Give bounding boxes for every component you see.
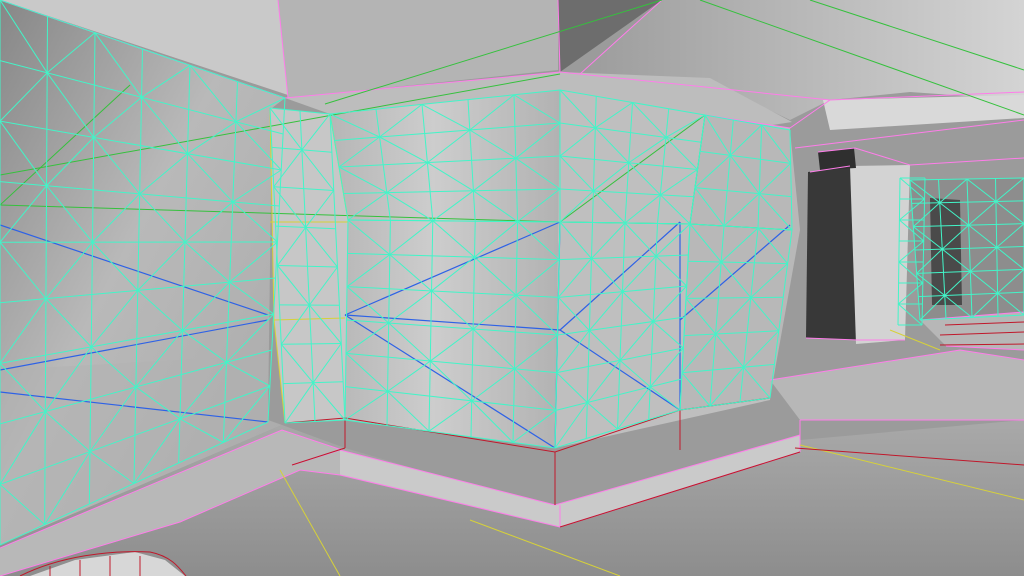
center-wall (330, 90, 560, 448)
3d-viewport[interactable] (0, 0, 1024, 576)
wireframe-scene (0, 0, 1024, 576)
corridor-dark-pillar (806, 166, 858, 340)
far-room-wall (910, 178, 1024, 320)
corridor-light-pillar (850, 165, 910, 344)
